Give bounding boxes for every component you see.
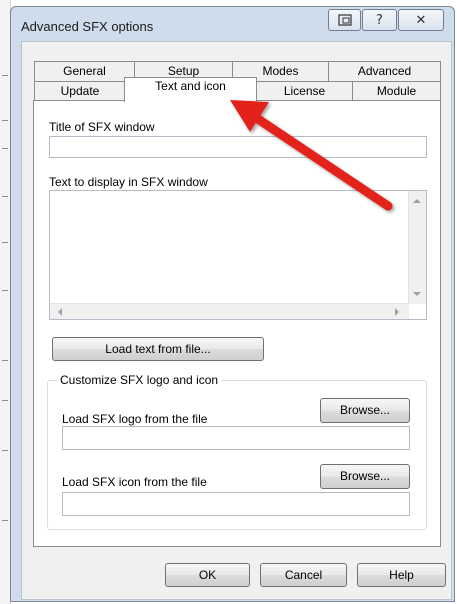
icon-label: Load SFX icon from the file (62, 475, 207, 489)
logo-browse-button[interactable]: Browse... (320, 398, 410, 423)
logo-label: Load SFX logo from the file (62, 412, 208, 426)
scroll-down-icon[interactable] (413, 292, 421, 296)
vertical-scrollbar[interactable] (408, 191, 426, 304)
tab-general[interactable]: General (34, 61, 135, 81)
cancel-button[interactable]: Cancel (260, 563, 347, 587)
title-label: Title of SFX window (49, 120, 155, 134)
scroll-left-icon[interactable] (58, 308, 62, 316)
logo-path-field[interactable] (62, 426, 410, 450)
window-title: Advanced SFX options (21, 19, 154, 34)
restore-icon[interactable] (328, 9, 361, 31)
text-area[interactable] (49, 190, 427, 320)
title-field[interactable] (49, 136, 427, 158)
load-text-button[interactable]: Load text from file... (52, 337, 264, 361)
ok-button[interactable]: OK (165, 563, 250, 587)
help-icon[interactable]: ? (362, 9, 397, 31)
icon-browse-button[interactable]: Browse... (320, 464, 410, 489)
scroll-up-icon[interactable] (413, 199, 421, 203)
close-icon[interactable]: ✕ (398, 9, 444, 31)
tab-license[interactable]: License (256, 81, 353, 101)
help-button[interactable]: Help (357, 563, 446, 587)
horizontal-scrollbar[interactable] (50, 303, 409, 319)
tab-update[interactable]: Update (34, 81, 126, 101)
text-label: Text to display in SFX window (49, 175, 208, 189)
tab-text-and-icon[interactable]: Text and icon (124, 77, 257, 102)
icon-path-field[interactable] (62, 492, 410, 516)
tab-advanced[interactable]: Advanced (328, 61, 441, 81)
tab-module[interactable]: Module (352, 81, 441, 101)
scroll-right-icon[interactable] (395, 308, 399, 316)
group-label: Customize SFX logo and icon (57, 373, 222, 387)
